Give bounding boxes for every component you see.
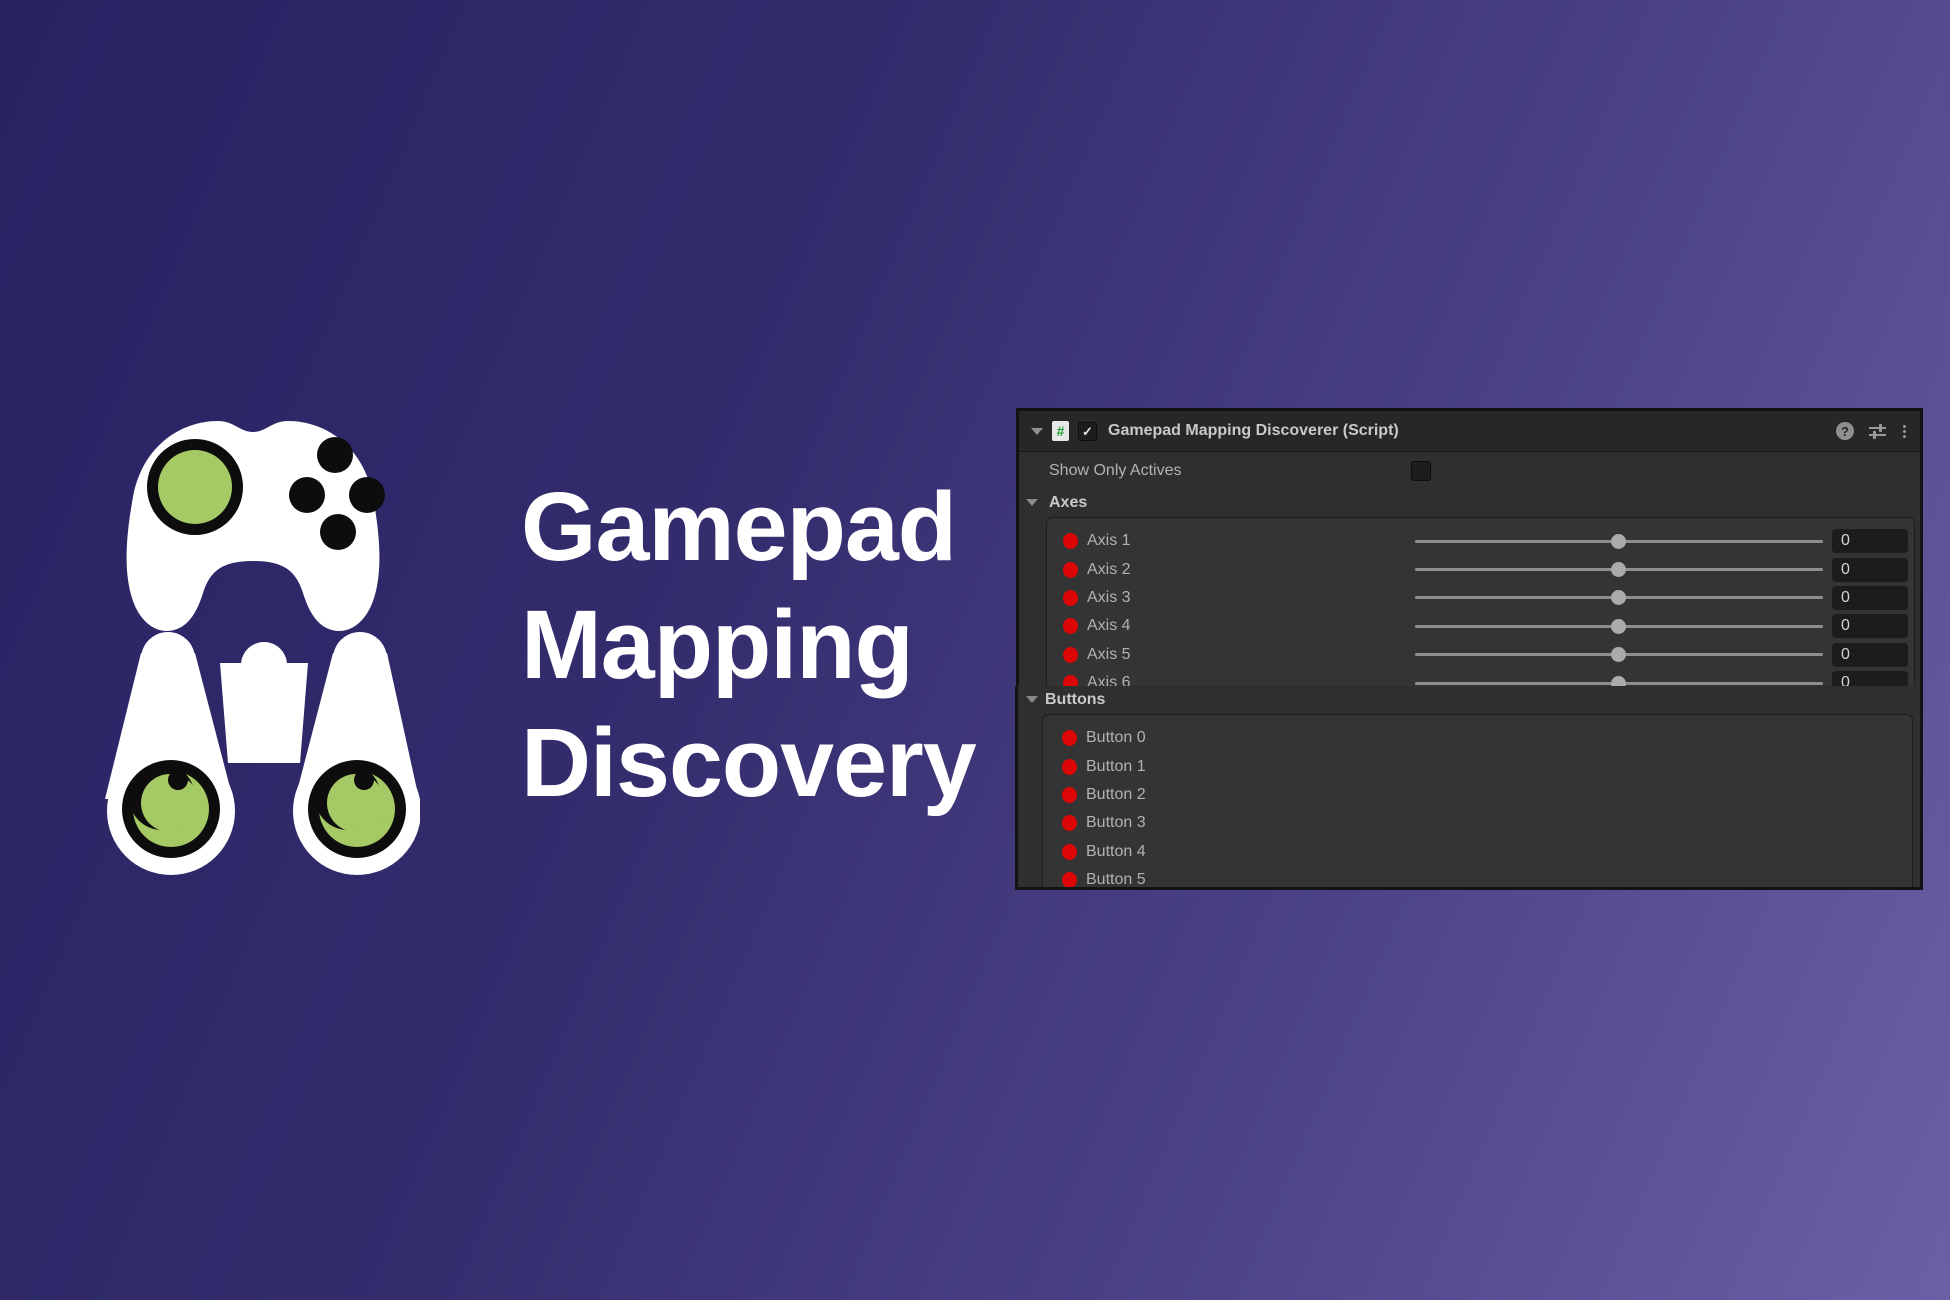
buttons-group: Button 0 Button 1 Button 2 Button 3 Butt… (1042, 714, 1913, 890)
title-line-1: Gamepad (521, 468, 976, 586)
axis-value-field[interactable]: 0 (1832, 586, 1908, 610)
active-indicator-dot (1062, 759, 1077, 775)
buttons-section-label: Buttons (1045, 691, 1105, 709)
button-row-1: Button 1 (1043, 752, 1912, 780)
show-only-actives-checkbox[interactable] (1411, 461, 1431, 481)
axis-label: Axis 6 (1087, 674, 1131, 686)
axes-section-label: Axes (1049, 494, 1087, 512)
enable-checkbox[interactable]: ✓ (1078, 422, 1097, 441)
inspector-panel: # ✓ Gamepad Mapping Discoverer (Script) … (1016, 408, 1923, 686)
app-title: Gamepad Mapping Discovery (521, 468, 976, 822)
active-indicator-dot (1063, 618, 1078, 634)
axes-group: Axis 1 0 Axis 2 0 Axis 3 0 Ax (1046, 517, 1915, 686)
axis-label: Axis 5 (1087, 646, 1131, 664)
axis-label: Axis 1 (1087, 532, 1131, 550)
component-title: Gamepad Mapping Discoverer (Script) (1108, 422, 1399, 440)
button-row-3: Button 3 (1043, 809, 1912, 837)
button-label: Button 0 (1086, 729, 1146, 747)
right-lens-eye (308, 760, 406, 858)
active-indicator-dot (1063, 590, 1078, 606)
help-glyph: ? (1841, 425, 1849, 438)
axis-value-field[interactable]: 0 (1832, 529, 1908, 553)
axis-slider-thumb[interactable] (1611, 619, 1626, 634)
chevron-down-icon[interactable] (1031, 428, 1043, 435)
axis-value-field[interactable]: 0 (1832, 643, 1908, 667)
script-icon: # (1052, 421, 1069, 441)
left-lens-eye (122, 760, 220, 858)
button-label: Button 3 (1086, 814, 1146, 832)
button-south (320, 514, 356, 550)
axis-slider-thumb[interactable] (1611, 647, 1626, 662)
button-east (349, 477, 385, 513)
active-indicator-dot (1063, 562, 1078, 578)
button-row-5: Button 5 (1043, 866, 1912, 890)
title-line-3: Discovery (521, 704, 976, 822)
active-indicator-dot (1062, 844, 1077, 860)
active-indicator-dot (1062, 872, 1077, 888)
button-row-4: Button 4 (1043, 838, 1912, 866)
checkmark-icon: ✓ (1082, 425, 1093, 438)
show-only-actives-label: Show Only Actives (1049, 462, 1182, 480)
axis-slider-thumb[interactable] (1611, 590, 1626, 605)
axis-row-2: Axis 2 0 (1047, 555, 1914, 583)
gamepad-binoculars-logo (90, 413, 420, 883)
button-label: Button 1 (1086, 758, 1146, 776)
active-indicator-dot (1063, 675, 1078, 686)
button-label: Button 4 (1086, 843, 1146, 861)
axis-label: Axis 3 (1087, 589, 1131, 607)
axis-label: Axis 2 (1087, 561, 1131, 579)
active-indicator-dot (1063, 533, 1078, 549)
button-label: Button 2 (1086, 786, 1146, 804)
button-label: Button 5 (1086, 871, 1146, 889)
axes-foldout-chevron-icon[interactable] (1026, 499, 1038, 506)
button-row-0: Button 0 (1043, 724, 1912, 752)
header-actions: ? (1836, 422, 1908, 440)
axis-row-1: Axis 1 0 (1047, 527, 1914, 555)
presets-icon[interactable] (1869, 423, 1886, 439)
title-line-2: Mapping (521, 586, 976, 704)
axis-slider-thumb[interactable] (1611, 562, 1626, 577)
axis-label: Axis 4 (1087, 617, 1131, 635)
kebab-menu-icon[interactable] (1901, 423, 1908, 440)
axis-row-5: Axis 5 0 (1047, 641, 1914, 669)
axis-slider-thumb[interactable] (1611, 534, 1626, 549)
active-indicator-dot (1062, 815, 1077, 831)
axis-value-field[interactable]: 0 (1832, 558, 1908, 582)
promo-banner: Gamepad Mapping Discovery # ✓ Gamepad Ma… (0, 0, 1950, 1300)
active-indicator-dot (1063, 647, 1078, 663)
help-icon[interactable]: ? (1836, 422, 1854, 440)
inspector-header: # ✓ Gamepad Mapping Discoverer (Script) … (1019, 411, 1920, 452)
axis-slider-thumb[interactable] (1611, 676, 1626, 686)
axis-row-3: Axis 3 0 (1047, 584, 1914, 612)
axis-row-4: Axis 4 0 (1047, 612, 1914, 640)
buttons-panel: Buttons Button 0 Button 1 Button 2 Butto… (1015, 686, 1923, 890)
buttons-foldout-chevron-icon[interactable] (1026, 696, 1038, 703)
axis-value-field[interactable]: 0 (1832, 614, 1908, 638)
axis-value-field[interactable]: 0 (1832, 671, 1908, 686)
axis-row-6: Axis 6 0 (1047, 669, 1914, 686)
button-north (317, 437, 353, 473)
active-indicator-dot (1062, 787, 1077, 803)
active-indicator-dot (1062, 730, 1077, 746)
script-icon-glyph: # (1057, 423, 1065, 439)
joystick (158, 450, 232, 524)
button-west (289, 477, 325, 513)
button-row-2: Button 2 (1043, 781, 1912, 809)
